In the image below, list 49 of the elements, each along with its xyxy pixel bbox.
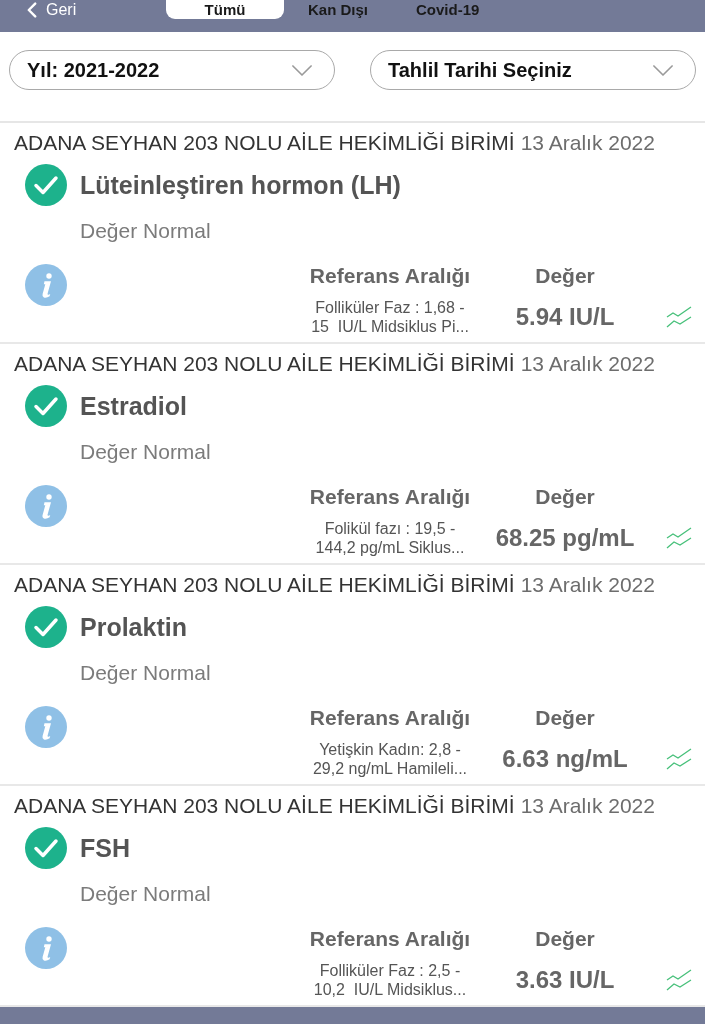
value-label: Değer: [535, 485, 595, 509]
dropdown[interactable]: Yıl: 2021-2022: [9, 50, 335, 90]
dropdown[interactable]: Tahlil Tarihi Seçiniz: [370, 50, 696, 90]
facility-name: ADANA SEYHAN 203 NOLU AİLE HEKİMLİĞİ BİRİMİ: [14, 573, 515, 597]
reference-range-text: Folliküler Faz : 1,68 - 15 IU/L Midsiklus Pi...: [310, 298, 470, 336]
result-status: Değer Normal: [80, 440, 211, 463]
test-name: Prolaktin: [80, 612, 187, 642]
trend-chart-icon[interactable]: [666, 748, 692, 770]
tab[interactable]: Kan Dışı: [284, 0, 392, 19]
test-name: Lüteinleştiren hormon (LH): [80, 170, 401, 200]
reference-range-text: Yetişkin Kadın: 2,8 - 29,2 ng/mL Hamileli...: [311, 740, 469, 778]
test-date: 13 Aralık 2022: [520, 352, 655, 376]
info-icon[interactable]: [25, 485, 67, 527]
facility-name: ADANA SEYHAN 203 NOLU AİLE HEKİMLİĞİ BİRİMİ: [14, 794, 515, 818]
value-label: Değer: [535, 264, 595, 288]
reference-range-text: Folikül fazı : 19,5 - 144,2 pg/mL Siklus...: [314, 519, 466, 557]
test-date: 13 Aralık 2022: [520, 573, 655, 597]
trend-chart-icon[interactable]: [666, 306, 692, 328]
result-status: Değer Normal: [80, 882, 211, 905]
chevron-left-icon: [27, 1, 37, 18]
result-value: 5.94 IU/L: [515, 303, 615, 331]
result-value: 68.25 pg/mL: [495, 524, 635, 552]
test-name: Estradiol: [80, 391, 187, 421]
test-name: FSH: [80, 833, 130, 863]
facility-name: ADANA SEYHAN 203 NOLU AİLE HEKİMLİĞİ BİRİMİ: [14, 352, 515, 376]
back-button[interactable]: Geri: [0, 0, 166, 19]
test-date: 13 Aralık 2022: [520, 794, 655, 818]
chevron-down-icon: [292, 64, 312, 76]
result-value: 6.63 ng/mL: [502, 745, 628, 773]
tab[interactable]: Covid-19: [392, 0, 504, 19]
trend-chart-icon[interactable]: [666, 969, 692, 991]
result-status: Değer Normal: [80, 219, 211, 242]
reference-range-text: Folliküler Faz : 2,5 - 10,2 IU/L Midsiklus...: [312, 961, 468, 999]
info-icon[interactable]: [25, 927, 67, 969]
info-icon[interactable]: [25, 706, 67, 748]
tab[interactable]: Tümü: [166, 0, 284, 19]
value-label: Değer: [535, 706, 595, 730]
test-date: 13 Aralık 2022: [520, 131, 655, 155]
value-label: Değer: [535, 927, 595, 951]
trend-chart-icon[interactable]: [666, 527, 692, 549]
reference-range-label: Referans Aralığı: [309, 927, 471, 951]
result-status: Değer Normal: [80, 661, 211, 684]
facility-name: ADANA SEYHAN 203 NOLU AİLE HEKİMLİĞİ BİRİMİ: [14, 131, 515, 155]
result-value: 3.63 IU/L: [515, 966, 615, 994]
reference-range-label: Referans Aralığı: [309, 485, 471, 509]
reference-range-label: Referans Aralığı: [309, 706, 471, 730]
info-icon[interactable]: [25, 264, 67, 306]
reference-range-label: Referans Aralığı: [309, 264, 471, 288]
chevron-down-icon: [653, 64, 673, 76]
